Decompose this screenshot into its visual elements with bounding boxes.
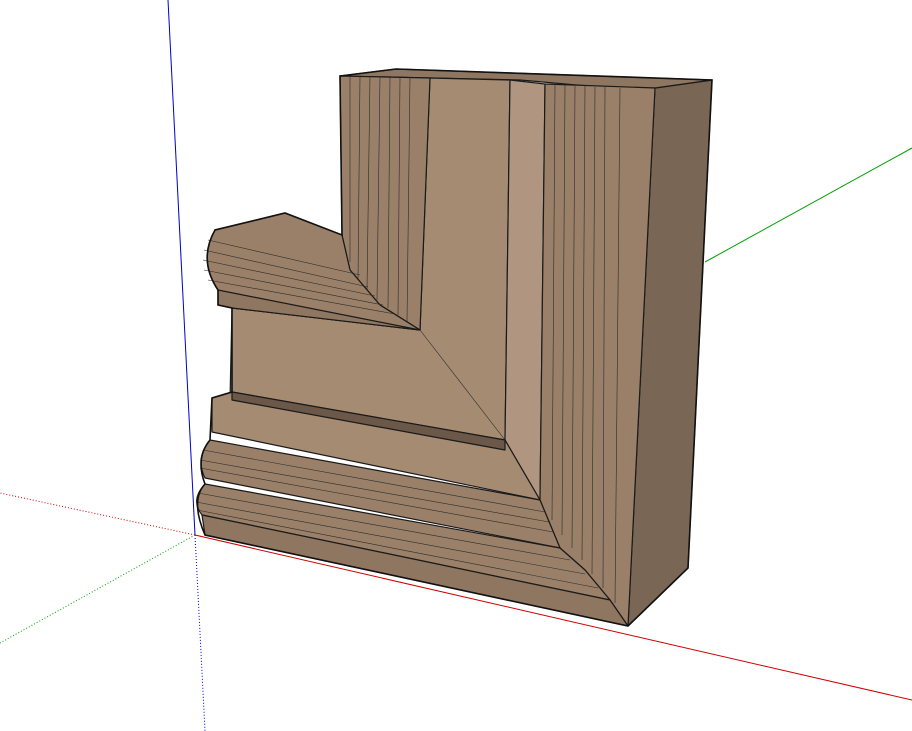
red-axis-negative	[0, 492, 196, 536]
viewport-canvas[interactable]	[0, 0, 912, 731]
modeling-viewport[interactable]	[0, 0, 912, 731]
blue-axis-negative	[194, 534, 206, 731]
vertical-step	[504, 79, 546, 501]
green-axis-positive	[704, 147, 912, 263]
molding-model[interactable]	[195, 68, 713, 627]
blue-axis-positive	[167, 0, 196, 536]
green-axis-negative	[0, 534, 196, 644]
